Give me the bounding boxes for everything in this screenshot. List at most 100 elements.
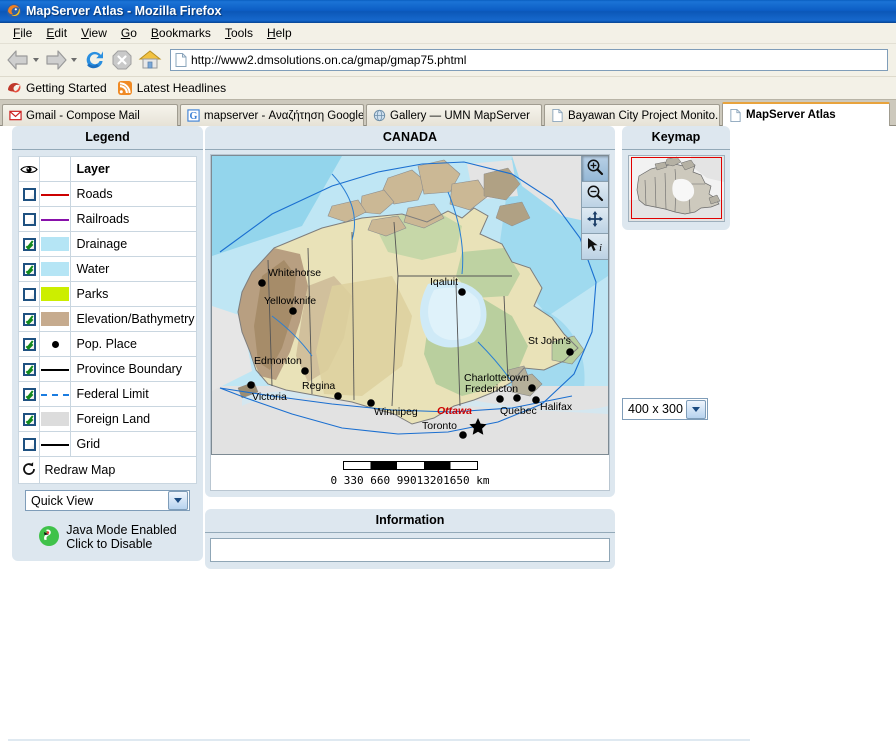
legend-checkbox-elevation-bathymetry[interactable]	[18, 306, 41, 332]
svg-text:i: i	[599, 242, 602, 254]
menu-file[interactable]: File	[6, 24, 39, 42]
stop-icon	[112, 50, 132, 70]
cursor-info-icon: i	[586, 236, 604, 257]
home-button[interactable]	[136, 46, 164, 74]
information-panel: Information	[205, 509, 615, 569]
svg-text:Edmonton: Edmonton	[254, 355, 302, 367]
keymap-title: Keymap	[622, 126, 730, 150]
legend-row-elevation-bathymetry[interactable]: Elevation/Bathymetry	[18, 306, 197, 332]
tab-bayawan-city-project-monitor[interactable]: Bayawan City Project Monito...	[544, 104, 720, 126]
map-panel: CANADA Whitehorse Yellowknife Iqaluit Ed…	[205, 126, 615, 497]
legend-row-pop-place[interactable]: Pop. Place	[18, 331, 197, 357]
forward-dropdown-icon[interactable]	[71, 58, 77, 62]
quick-view-select[interactable]: Quick View	[25, 490, 190, 511]
java-mode-toggle[interactable]: Java Mode Enabled Click to Disable	[12, 519, 203, 561]
menu-go[interactable]: Go	[114, 24, 144, 42]
map-body: Whitehorse Yellowknife Iqaluit Edmonton …	[210, 154, 610, 491]
page-icon	[551, 109, 564, 122]
legend-label-elevation-bathymetry: Elevation/Bathymetry	[70, 306, 197, 332]
legend-symbol-foreign-land	[39, 406, 72, 432]
legend-checkbox-foreign-land[interactable]	[18, 406, 41, 432]
map-size-select[interactable]: 400 x 300	[622, 398, 708, 420]
legend-checkbox-water[interactable]	[18, 256, 41, 282]
back-dropdown-icon[interactable]	[33, 58, 39, 62]
legend-row-parks[interactable]: Parks	[18, 281, 197, 307]
keymap-graphic	[628, 156, 724, 221]
legend-row-railroads[interactable]: Railroads	[18, 206, 197, 232]
legend-symbol-parks	[39, 281, 72, 307]
legend-label-foreign-land: Foreign Land	[70, 406, 197, 432]
legend-symbol-elevation-bathymetry	[39, 306, 72, 332]
stop-button[interactable]	[108, 46, 136, 74]
keymap-thumbnail[interactable]	[627, 155, 725, 222]
legend-checkbox-grid[interactable]	[18, 431, 41, 457]
legend-symbol-railroads	[39, 206, 72, 232]
legend-checkbox-roads[interactable]	[18, 181, 41, 207]
tab-label: mapserver - Αναζήτηση Google	[204, 109, 364, 122]
reload-button[interactable]	[80, 46, 108, 74]
map-canvas[interactable]: Whitehorse Yellowknife Iqaluit Edmonton …	[211, 155, 609, 455]
back-arrow-icon	[7, 50, 28, 70]
map-graphic: Whitehorse Yellowknife Iqaluit Edmonton …	[212, 156, 608, 454]
rss-feed-icon	[117, 80, 133, 96]
legend-row-grid[interactable]: Grid	[18, 431, 197, 457]
menu-tools[interactable]: Tools	[218, 24, 260, 42]
svg-text:Victoria: Victoria	[252, 391, 287, 403]
redraw-map-row[interactable]: Redraw Map	[18, 456, 197, 484]
magnifier-minus-icon	[586, 184, 604, 205]
back-button[interactable]	[4, 46, 32, 74]
legend-checkbox-pop-place[interactable]	[18, 331, 41, 357]
legend-label-parks: Parks	[70, 281, 197, 307]
legend-symbol-drainage	[39, 231, 72, 257]
legend-symbol-pop-place	[39, 331, 72, 357]
tab-gmail-compose-mail[interactable]: Gmail - Compose Mail	[2, 104, 178, 126]
legend-symbol-province-boundary	[39, 356, 72, 382]
java-duke-icon	[38, 525, 60, 550]
zoom-out-tool[interactable]	[582, 182, 608, 208]
redraw-map-label[interactable]: Redraw Map	[39, 456, 197, 484]
tab-label: Gallery — UMN MapServer	[390, 109, 530, 122]
legend-row-drainage[interactable]: Drainage	[18, 231, 197, 257]
legend-row-federal-limit[interactable]: Federal Limit	[18, 381, 197, 407]
java-mode-text: Java Mode Enabled Click to Disable	[66, 523, 177, 551]
chevron-down-icon[interactable]	[168, 491, 188, 510]
legend-symbol-water	[39, 256, 72, 282]
svg-text:Ottawa: Ottawa	[437, 405, 472, 417]
url-bar[interactable]: http://www2.dmsolutions.on.ca/gmap/gmap7…	[170, 49, 888, 71]
menu-edit[interactable]: Edit	[39, 24, 74, 42]
tab-mapserver-google-search[interactable]: G mapserver - Αναζήτηση Google	[180, 104, 364, 126]
menu-bar: File Edit View Go Bookmarks Tools Help	[0, 23, 896, 44]
menu-help[interactable]: Help	[260, 24, 299, 42]
menu-bookmarks[interactable]: Bookmarks	[144, 24, 218, 42]
gmail-icon	[9, 109, 22, 122]
pan-tool[interactable]	[582, 208, 608, 234]
map-size-value: 400 x 300	[628, 402, 683, 416]
legend-row-province-boundary[interactable]: Province Boundary	[18, 356, 197, 382]
tab-mapserver-atlas[interactable]: MapServer Atlas	[722, 102, 890, 126]
legend-row-roads[interactable]: Roads	[18, 181, 197, 207]
legend-checkbox-railroads[interactable]	[18, 206, 41, 232]
visibility-column-header	[18, 156, 41, 182]
tab-strip: Gmail - Compose Mail G mapserver - Αναζή…	[0, 100, 896, 126]
window-title-bar: MapServer Atlas - Mozilla Firefox	[0, 0, 896, 23]
zoom-in-tool[interactable]	[582, 156, 608, 182]
bookmark-getting-started[interactable]: Getting Started	[6, 80, 107, 96]
menu-view[interactable]: View	[74, 24, 114, 42]
page-icon	[729, 108, 742, 122]
tab-gallery-umn-mapserver[interactable]: Gallery — UMN MapServer	[366, 104, 542, 126]
chevron-down-icon[interactable]	[686, 399, 706, 419]
refresh-icon[interactable]	[18, 456, 41, 484]
firefox-icon	[6, 3, 22, 19]
bookmark-latest-headlines[interactable]: Latest Headlines	[117, 80, 226, 96]
legend-row-foreign-land[interactable]: Foreign Land	[18, 406, 197, 432]
legend-checkbox-drainage[interactable]	[18, 231, 41, 257]
identify-tool[interactable]: i	[582, 234, 608, 260]
bookmark-label: Latest Headlines	[136, 81, 227, 95]
legend-row-water[interactable]: Water	[18, 256, 197, 282]
tab-label: Bayawan City Project Monito...	[568, 109, 720, 122]
legend-checkbox-parks[interactable]	[18, 281, 41, 307]
forward-button[interactable]	[42, 46, 70, 74]
legend-checkbox-federal-limit[interactable]	[18, 381, 41, 407]
legend-checkbox-province-boundary[interactable]	[18, 356, 41, 382]
svg-text:Quebec: Quebec	[500, 405, 537, 417]
